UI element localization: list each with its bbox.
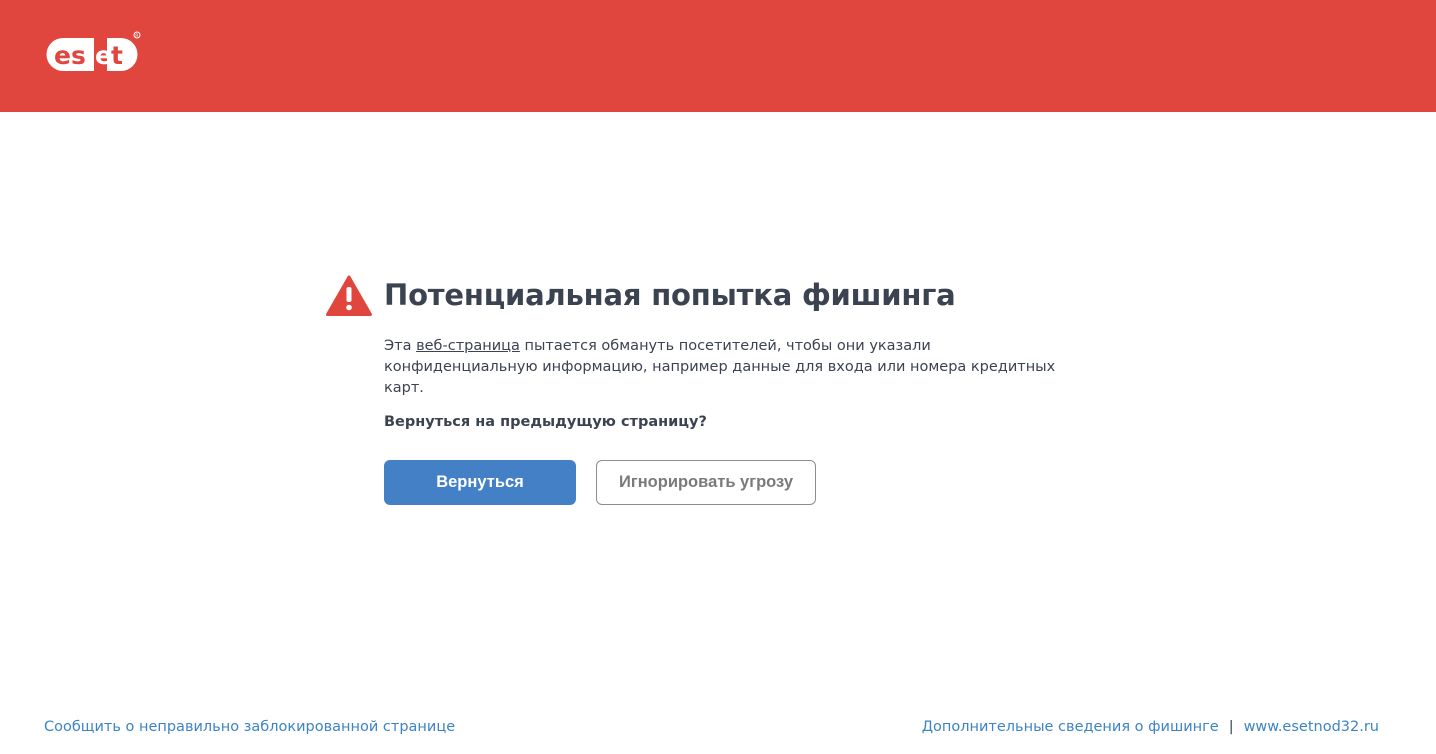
phishing-info-link[interactable]: Дополнительные сведения о фишинге: [922, 719, 1219, 735]
svg-text:e: e: [95, 41, 112, 70]
warning-triangle-icon: [326, 275, 372, 316]
header-bar: es e t R: [0, 0, 1436, 112]
ignore-threat-button[interactable]: Игнорировать угрозу: [596, 460, 816, 505]
footer-links: Дополнительные сведения о фишинге | www.…: [922, 719, 1379, 735]
eset-logo: es e t R: [46, 31, 141, 71]
web-page-link[interactable]: веб-страница: [416, 338, 520, 354]
svg-text:R: R: [135, 33, 138, 39]
page-title: Потенциальная попытка фишинга: [384, 278, 956, 312]
report-misblocked-link[interactable]: Сообщить о неправильно заблокированной с…: [44, 719, 455, 735]
title-row: Потенциальная попытка фишинга: [326, 272, 1086, 322]
eset-site-link[interactable]: www.esetnod32.ru: [1244, 719, 1379, 735]
warning-description: Эта веб-страница пытается обмануть посет…: [384, 336, 1074, 399]
desc-text-before: Эта: [384, 338, 417, 354]
svg-text:es: es: [54, 41, 86, 70]
footer-separator: |: [1228, 719, 1234, 735]
phishing-warning-page: es e t R Потенциальная попытка фишинга Э…: [0, 0, 1436, 754]
go-back-question: Вернуться на предыдущую страницу?: [384, 414, 707, 430]
go-back-button[interactable]: Вернуться: [384, 460, 576, 505]
warning-content: Потенциальная попытка фишинга Эта веб-ст…: [326, 272, 1086, 505]
svg-text:t: t: [111, 41, 123, 70]
